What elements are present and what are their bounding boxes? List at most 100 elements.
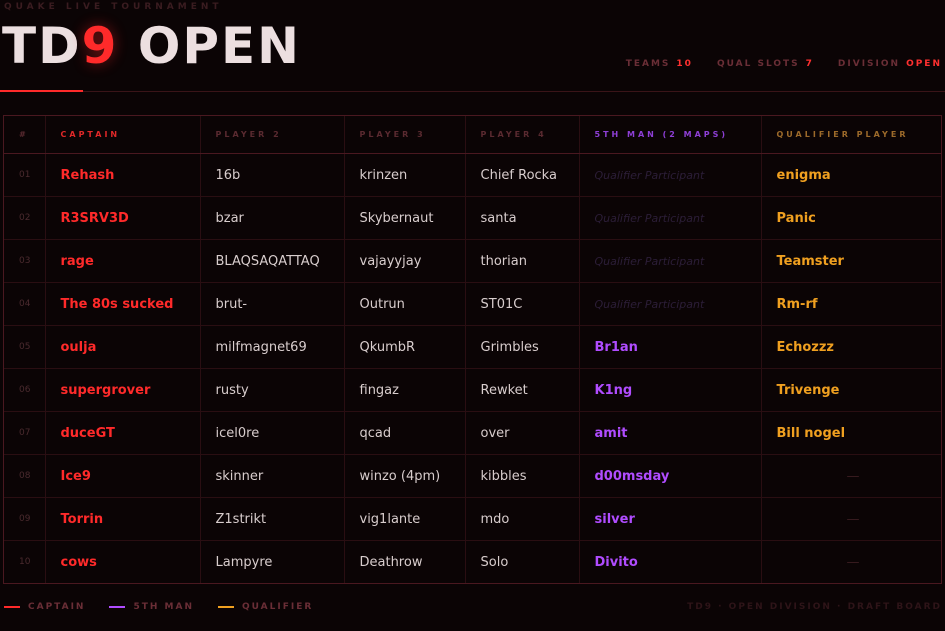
stat-value: OPEN (906, 59, 942, 69)
player4-cell: Chief Rocka (465, 153, 580, 197)
table-row: 08 Ice9 skinner winzo (4pm) kibbles d00msday — (4, 454, 941, 498)
column-header-qualifier: QUALIFIER PLAYER (761, 116, 941, 154)
player2-cell: bzar (200, 196, 345, 240)
team-number: 09 (4, 497, 46, 541)
title-divider (0, 91, 945, 92)
captain-cell: Ice9 (45, 454, 201, 498)
footer-note: TD9 · OPEN DIVISION · DRAFT BOARD (687, 602, 942, 612)
qualifier-cell: Teamster (761, 239, 941, 283)
legend-item: QUALIFIER (217, 602, 314, 612)
qualifier-cell: Panic (761, 196, 941, 240)
stat-label: DIVISION (837, 59, 901, 69)
legend-label: QUALIFIER (241, 602, 314, 612)
captain-cell: cows (45, 540, 201, 583)
player4-cell: Rewket (465, 368, 580, 412)
fifth-man-cell: Qualifier Participant (579, 196, 762, 240)
table-row: 06 supergrover rusty fingaz Rewket K1ng Triven… (4, 368, 941, 412)
team-number: 07 (4, 411, 46, 455)
legend-item: CAPTAIN (4, 602, 85, 612)
title-prefix: TD (2, 17, 82, 75)
legend-swatch (109, 606, 126, 608)
column-header-num: # (4, 116, 46, 154)
fifth-man-cell: Divito (579, 540, 762, 583)
table-header-row: # CAPTAIN PLAYER 2 PLAYER 3 PLAYER 4 5TH… (4, 116, 941, 154)
player3-cell: vig1lante (344, 497, 466, 541)
player4-cell: mdo (465, 497, 580, 541)
column-header-fifth-man: 5TH MAN (2 MAPS) (579, 116, 762, 154)
player2-cell: Lampyre (200, 540, 345, 583)
draft-board: # CAPTAIN PLAYER 2 PLAYER 3 PLAYER 4 5TH… (3, 115, 942, 584)
player3-cell: Deathrow (344, 540, 466, 583)
team-number: 05 (4, 325, 46, 369)
team-number: 06 (4, 368, 46, 412)
stat-qual-slots: QUAL SLOTS 7 (717, 59, 814, 69)
stat-label: QUAL SLOTS (716, 59, 800, 69)
player4-cell: over (465, 411, 580, 455)
fifth-man-cell: Qualifier Participant (579, 153, 762, 197)
fifth-man-cell: K1ng (579, 368, 762, 412)
player3-cell: Skybernaut (344, 196, 466, 240)
team-number: 02 (4, 196, 46, 240)
player4-cell: thorian (465, 239, 580, 283)
stats-bar: TEAMS 10 QUAL SLOTS 7 DIVISION OPEN (626, 59, 942, 69)
captain-cell: Torrin (45, 497, 201, 541)
captain-cell: The 80s sucked (45, 282, 201, 326)
legend-swatch (4, 606, 20, 608)
table-row: 03 rage BLAQSAQATTAQ vajayyjay thorian Qualif… (4, 239, 941, 283)
player3-cell: winzo (4pm) (344, 454, 466, 498)
player3-cell: fingaz (344, 368, 466, 412)
captain-cell: oulja (45, 325, 201, 369)
captain-cell: R3SRV3D (45, 196, 201, 240)
fifth-man-cell: amit (579, 411, 762, 455)
captain-cell: duceGT (45, 411, 201, 455)
qualifier-cell: Bill nogel (761, 411, 941, 455)
stat-value: 10 (676, 59, 693, 69)
team-number: 10 (4, 540, 46, 583)
table-row: 09 Torrin Z1strikt vig1lante mdo silver — (4, 497, 941, 541)
fifth-man-cell: d00msday (579, 454, 762, 498)
table-row: 01 Rehash 16b krinzen Chief Rocka Qualifier P… (4, 153, 941, 197)
player2-cell: milfmagnet69 (200, 325, 345, 369)
legend-label: CAPTAIN (28, 602, 86, 612)
page-title: TD9 OPEN (2, 18, 301, 74)
player2-cell: brut- (200, 282, 345, 326)
fifth-man-cell: Qualifier Participant (579, 239, 762, 283)
table-row: 10 cows Lampyre Deathrow Solo Divito — (4, 540, 941, 583)
tournament-kicker: QUAKE LIVE TOURNAMENT (4, 2, 223, 12)
team-number: 01 (4, 153, 46, 197)
column-header-player4: PLAYER 4 (465, 116, 580, 154)
player4-cell: Grimbles (465, 325, 580, 369)
player2-cell: icel0re (200, 411, 345, 455)
player3-cell: QkumbR (344, 325, 466, 369)
player4-cell: Solo (465, 540, 580, 583)
player2-cell: Z1strikt (200, 497, 345, 541)
player2-cell: 16b (200, 153, 345, 197)
draft-table: # CAPTAIN PLAYER 2 PLAYER 3 PLAYER 4 5TH… (4, 116, 941, 583)
qualifier-cell: — (846, 554, 860, 570)
column-header-player2: PLAYER 2 (200, 116, 345, 154)
qualifier-cell: Rm-rf (761, 282, 941, 326)
qualifier-cell: enigma (761, 153, 941, 197)
title-divider-accent (0, 90, 83, 92)
table-row: 05 oulja milfmagnet69 QkumbR Grimbles Br1an Ec… (4, 325, 941, 369)
player3-cell: qcad (344, 411, 466, 455)
table-row: 04 The 80s sucked brut- Outrun ST01C Qualifie… (4, 282, 941, 326)
player2-cell: BLAQSAQATTAQ (200, 239, 345, 283)
legend-swatch (217, 606, 234, 608)
fifth-man-cell: Qualifier Participant (579, 282, 762, 326)
qualifier-cell: — (761, 454, 941, 498)
player4-cell: ST01C (465, 282, 580, 326)
team-number: 03 (4, 239, 46, 283)
player4-cell: kibbles (465, 454, 580, 498)
title-suffix: OPEN (118, 17, 301, 75)
title-accent: 9 (81, 17, 119, 75)
legend-item: 5TH MAN (109, 602, 194, 612)
column-header-captain: CAPTAIN (45, 116, 201, 154)
captain-cell: Rehash (45, 153, 201, 197)
fifth-man-cell: Br1an (579, 325, 762, 369)
player3-cell: vajayyjay (344, 239, 466, 283)
table-row: 07 duceGT icel0re qcad over amit Bill nogel (4, 411, 941, 455)
player3-cell: Outrun (344, 282, 466, 326)
column-header-player3: PLAYER 3 (344, 116, 466, 154)
player2-cell: rusty (200, 368, 345, 412)
